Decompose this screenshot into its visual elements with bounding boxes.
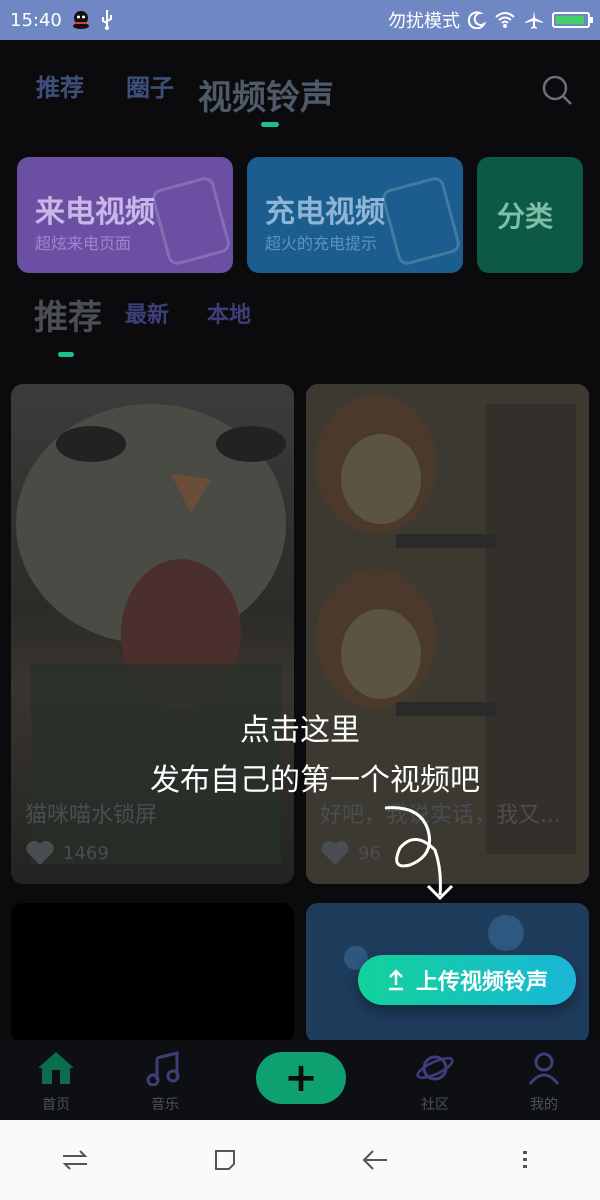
video-tile[interactable]: 猫咪喵水锁屏 1469 [11, 384, 294, 884]
video-card-icon [149, 175, 233, 267]
user-icon [528, 1052, 560, 1085]
tab-circle[interactable]: 圈子 [126, 68, 174, 103]
upload-video-ringtone-button[interactable]: 上传视频铃声 [358, 955, 576, 1005]
card-incoming-call-video[interactable]: 来电视频 超炫来电页面 [17, 157, 233, 273]
card-title: 充电视频 [265, 195, 385, 230]
dnd-label: 勿扰模式 [388, 11, 460, 32]
video-tile[interactable] [11, 903, 294, 1043]
search-icon[interactable] [541, 74, 573, 106]
card-category[interactable]: 分类 [477, 157, 583, 273]
nav-home[interactable]: 首页 [16, 1050, 96, 1114]
nav-label: 社区 [421, 1097, 449, 1113]
card-title: 来电视频 [35, 195, 155, 230]
usb-icon [100, 9, 114, 31]
nav-community[interactable]: 社区 [395, 1050, 475, 1114]
like-number: 1469 [63, 842, 109, 864]
heart-icon [321, 841, 349, 865]
arrow-icon [384, 806, 454, 901]
tab-indicator [261, 122, 279, 127]
nav-label: 首页 [42, 1097, 70, 1113]
switch-icon[interactable] [45, 1140, 105, 1180]
square-icon[interactable] [195, 1140, 255, 1180]
feature-cards: 来电视频 超炫来电页面 充电视频 超火的充电提示 分类 [0, 157, 600, 273]
guide-line-1: 点击这里 [240, 713, 360, 748]
like-count[interactable]: 1469 [25, 840, 109, 866]
subtab-indicator [58, 352, 74, 357]
menu-icon[interactable] [495, 1140, 555, 1180]
wifi-icon [494, 11, 516, 29]
back-icon[interactable] [345, 1140, 405, 1180]
subtab-local[interactable]: 本地 [207, 297, 251, 329]
subtab-latest[interactable]: 最新 [125, 297, 169, 329]
top-nav: 推荐 圈子 视频铃声 [0, 40, 600, 130]
upload-label: 上传视频铃声 [415, 970, 548, 995]
status-bar: 15:40 勿扰模式 [0, 0, 600, 40]
card-charging-video[interactable]: 充电视频 超火的充电提示 [247, 157, 463, 273]
card-subtitle: 超炫来电页面 [35, 234, 132, 253]
nav-label: 音乐 [151, 1097, 179, 1113]
home-icon [38, 1052, 74, 1084]
add-button[interactable]: + [256, 1052, 346, 1104]
music-icon [146, 1051, 180, 1087]
system-nav-bar [0, 1120, 600, 1200]
subtab-recommend[interactable]: 推荐 [34, 290, 102, 339]
heart-icon [26, 841, 54, 865]
card-title: 分类 [497, 200, 554, 233]
tab-recommend[interactable]: 推荐 [36, 68, 84, 103]
like-number: 96 [358, 842, 381, 864]
card-subtitle: 超火的充电提示 [265, 234, 378, 253]
airplane-icon [524, 10, 544, 30]
tab-video-ringtone[interactable]: 视频铃声 [198, 70, 334, 119]
sub-tabs: 推荐 最新 本地 [0, 290, 600, 360]
video-card-icon [379, 175, 463, 267]
moon-icon [468, 11, 486, 29]
status-time: 15:40 [10, 9, 62, 31]
upload-icon [388, 969, 403, 991]
battery-icon [552, 12, 593, 28]
bottom-nav: 首页 音乐 + 社区 我的 [0, 1040, 600, 1120]
guide-line-2: 发布自己的第一个视频吧 [150, 763, 480, 798]
video-caption: 猫咪喵水锁屏 [25, 803, 158, 828]
like-count[interactable]: 96 [320, 840, 381, 866]
plus-icon: + [284, 1055, 318, 1101]
nav-profile[interactable]: 我的 [504, 1050, 584, 1114]
qq-icon [70, 9, 92, 31]
nav-label: 我的 [530, 1097, 558, 1113]
planet-icon [416, 1055, 454, 1081]
nav-music[interactable]: 音乐 [125, 1050, 205, 1114]
